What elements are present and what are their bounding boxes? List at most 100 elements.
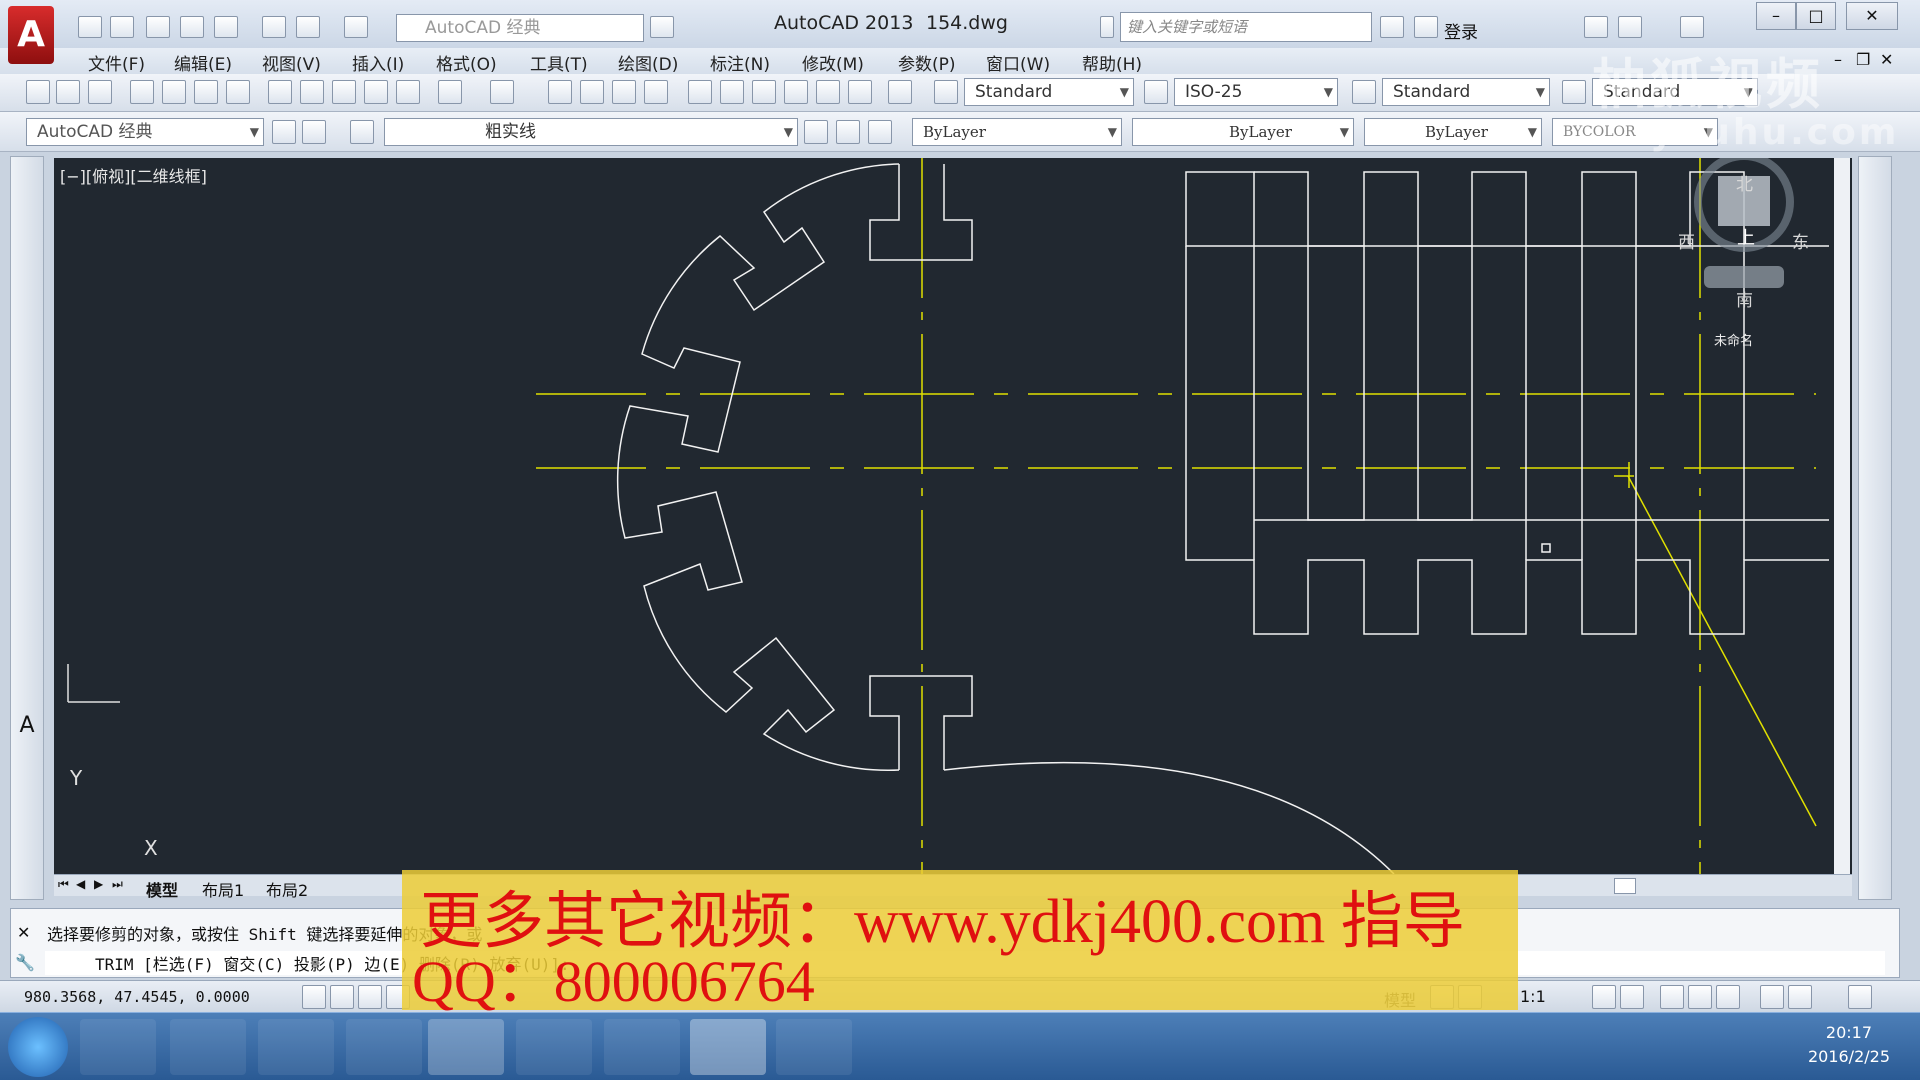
- tab-model[interactable]: 模型: [146, 877, 178, 901]
- menu-edit[interactable]: 编辑(E): [174, 50, 232, 75]
- redo-icon[interactable]: [490, 80, 514, 104]
- dim-style-icon[interactable]: [1144, 80, 1168, 104]
- clean-screen-icon[interactable]: [1848, 985, 1872, 1009]
- break-at-point-icon[interactable]: [1864, 499, 1886, 521]
- make-block-icon[interactable]: [16, 531, 38, 553]
- workspace-switching-icon[interactable]: [1660, 985, 1684, 1009]
- user-icon[interactable]: [1414, 16, 1438, 38]
- block-editor-icon[interactable]: [396, 80, 420, 104]
- workspace-select-2[interactable]: AutoCAD 经典 ▼: [26, 118, 264, 146]
- close-button[interactable]: ✕: [1846, 2, 1898, 30]
- insert-block-icon[interactable]: [16, 501, 38, 523]
- lineweight-select[interactable]: ByLayer ▼: [1364, 118, 1542, 146]
- dim-style-select[interactable]: ISO-25 ▼: [1174, 78, 1338, 106]
- spline-icon[interactable]: [16, 411, 38, 433]
- text-style-select[interactable]: Standard ▼: [964, 78, 1134, 106]
- menu-modify[interactable]: 修改(M): [802, 50, 864, 75]
- match-properties-icon[interactable]: [364, 80, 388, 104]
- region-icon[interactable]: [16, 651, 38, 673]
- workspace-settings-icon[interactable]: [272, 120, 296, 144]
- explode-icon[interactable]: [1864, 679, 1886, 701]
- plot-icon[interactable]: [262, 16, 286, 38]
- redo-icon[interactable]: [344, 16, 368, 38]
- binoculars-icon[interactable]: [1380, 16, 1404, 38]
- properties-icon[interactable]: [688, 80, 712, 104]
- minimize-button[interactable]: –: [1756, 2, 1796, 30]
- save-icon[interactable]: [88, 80, 112, 104]
- gradient-icon[interactable]: [16, 621, 38, 643]
- line-icon[interactable]: [16, 169, 38, 191]
- workspace-select[interactable]: AutoCAD 经典: [396, 14, 644, 42]
- trim-icon[interactable]: [1864, 439, 1886, 461]
- save-icon[interactable]: [146, 16, 170, 38]
- table-style-select[interactable]: Standard ▼: [1382, 78, 1550, 106]
- construction-line-icon[interactable]: [16, 201, 38, 223]
- taskbar-app-green-icon[interactable]: [776, 1019, 852, 1075]
- viewcube-top-face[interactable]: 上: [1737, 224, 1755, 250]
- quick-access-dropdown-icon[interactable]: [650, 16, 674, 38]
- menu-insert[interactable]: 插入(I): [352, 50, 404, 75]
- viewcube-west[interactable]: 西: [1678, 228, 1695, 253]
- ellipse-icon[interactable]: [16, 441, 38, 463]
- copy-object-icon[interactable]: [1864, 199, 1886, 221]
- bring-above-icon[interactable]: [1864, 793, 1886, 815]
- mleader-style-icon[interactable]: [1562, 80, 1586, 104]
- maximize-button[interactable]: □: [1796, 2, 1836, 30]
- revcloud-icon[interactable]: [16, 381, 38, 403]
- open-icon[interactable]: [110, 16, 134, 38]
- add-selected-icon[interactable]: [16, 743, 38, 765]
- arc-icon[interactable]: [16, 321, 38, 343]
- tool-palettes-icon[interactable]: [752, 80, 776, 104]
- ellipse-arc-icon[interactable]: [16, 471, 38, 493]
- fillet-icon[interactable]: [1864, 619, 1886, 641]
- paste-icon[interactable]: [332, 80, 356, 104]
- undo-icon[interactable]: [296, 16, 320, 38]
- tab-layout1[interactable]: 布局1: [202, 877, 244, 901]
- application-menu-button[interactable]: A: [8, 6, 54, 64]
- menu-format[interactable]: 格式(O): [436, 50, 497, 75]
- rectangle-icon[interactable]: [16, 291, 38, 313]
- tab-first-icon[interactable]: ⏮: [58, 877, 69, 892]
- menu-draw[interactable]: 绘图(D): [618, 50, 678, 75]
- doc-minimize-icon[interactable]: –: [1834, 50, 1842, 69]
- close-command-icon[interactable]: ✕: [17, 923, 30, 942]
- rotate-icon[interactable]: [1864, 349, 1886, 371]
- auto-scale-icon[interactable]: [1620, 985, 1644, 1009]
- publish-icon[interactable]: [214, 16, 238, 38]
- exchange-icon[interactable]: [1584, 16, 1608, 38]
- menu-tools[interactable]: 工具(T): [530, 50, 588, 75]
- wrench-icon[interactable]: 🔧: [15, 953, 35, 972]
- help-icon[interactable]: [1680, 16, 1704, 38]
- doc-close-icon[interactable]: ✕: [1880, 50, 1893, 69]
- menu-file[interactable]: 文件(F): [88, 50, 145, 75]
- menu-view[interactable]: 视图(V): [262, 50, 321, 75]
- 3d-print-icon[interactable]: [226, 80, 250, 104]
- design-center-icon[interactable]: [720, 80, 744, 104]
- taskbar-app-explorer-icon[interactable]: [428, 1019, 504, 1075]
- sheet-set-icon[interactable]: [784, 80, 808, 104]
- viewcube-south[interactable]: 南: [1736, 286, 1753, 311]
- scale-icon[interactable]: [1864, 379, 1886, 401]
- layer-state-icon[interactable]: [868, 120, 892, 144]
- extend-icon[interactable]: [1864, 469, 1886, 491]
- markup-icon[interactable]: [816, 80, 840, 104]
- send-to-back-icon[interactable]: [1864, 763, 1886, 785]
- pan-icon[interactable]: [548, 80, 572, 104]
- qnew-icon[interactable]: [26, 80, 50, 104]
- table-icon[interactable]: [16, 681, 38, 703]
- taskbar-app-ie-icon[interactable]: [346, 1019, 422, 1075]
- make-current-icon[interactable]: [804, 120, 828, 144]
- taskbar-clock[interactable]: 20:17 2016/2/25: [1808, 1021, 1890, 1069]
- tab-layout2[interactable]: 布局2: [266, 877, 308, 901]
- cut-icon[interactable]: [268, 80, 292, 104]
- coordinate-readout[interactable]: 980.3568, 47.4545, 0.0000: [24, 988, 250, 1006]
- search-expand-icon[interactable]: [1100, 16, 1114, 38]
- drawing-canvas[interactable]: [54, 152, 1852, 875]
- layer-properties-icon[interactable]: [350, 120, 374, 144]
- taskbar-app-puzzle-icon[interactable]: [80, 1019, 156, 1075]
- join-icon[interactable]: [1864, 559, 1886, 581]
- zoom-window-icon[interactable]: [612, 80, 636, 104]
- new-icon[interactable]: [78, 16, 102, 38]
- taskbar-app-bird-icon[interactable]: [170, 1019, 246, 1075]
- point-icon[interactable]: [16, 561, 38, 583]
